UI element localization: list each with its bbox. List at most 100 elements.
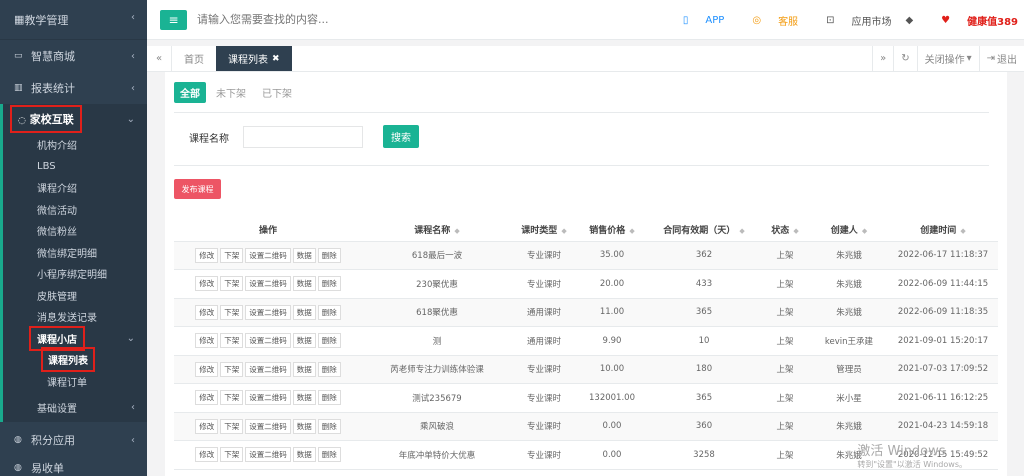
filter-all[interactable]: 全部 [174,82,206,103]
delete-button[interactable]: 删除 [317,447,341,463]
sidebar-sub-item[interactable]: 微信粉丝 [3,220,147,242]
close-icon[interactable]: ✖ [272,54,280,64]
delete-button[interactable]: 删除 [317,276,341,292]
sidebar-item-points[interactable]: ◍ 积分应用 ‹ [0,426,147,454]
lesson-type-cell: 专业课时 [512,383,576,413]
remove-button[interactable]: 下架 [220,418,244,434]
status-cell: 上架 [760,355,810,384]
data-button[interactable]: 数据 [292,418,316,434]
delete-button[interactable]: 删除 [317,418,341,434]
topbar: ≡ ▯ APP ◎ 客服 ⊡ 应用市场 ◆ ♥ 健康值389 [147,0,1024,40]
edit-button[interactable]: 修改 [195,390,219,406]
remove-button[interactable]: 下架 [220,304,244,320]
edit-button[interactable]: 修改 [195,247,219,263]
mobile-icon: ▯ [682,14,689,26]
remove-button[interactable]: 下架 [220,333,244,349]
refresh-button[interactable]: ↻ [893,46,916,71]
filter-removed[interactable]: 已下架 [256,82,298,103]
column-header[interactable]: 创建人 ◆ [810,218,888,242]
menu-toggle-button[interactable]: ≡ [160,9,187,30]
bell-icon[interactable]: ◆ [905,15,913,26]
edit-button[interactable]: 修改 [195,418,219,434]
data-button[interactable]: 数据 [292,390,316,406]
set-qrcode-button[interactable]: 设置二维码 [245,390,291,406]
tab-home[interactable]: 首页 [172,46,216,71]
search-input[interactable] [197,13,497,26]
column-header[interactable]: 创建时间 ◆ [888,218,998,242]
set-qrcode-button[interactable]: 设置二维码 [245,361,291,377]
edit-button[interactable]: 修改 [195,276,219,292]
logout-button[interactable]: ⇥ 退出 [978,46,1024,71]
sidebar-item-course-list[interactable]: 课程列表 [3,347,147,373]
data-button[interactable]: 数据 [292,361,316,377]
set-qrcode-button[interactable]: 设置二维码 [245,447,291,463]
sidebar-item-teaching[interactable]: ▦ 教学管理 ‹ [0,0,147,40]
sidebar-item-course-shop[interactable]: 课程小店 ⌄ [3,325,147,351]
search-button[interactable]: 搜索 [383,125,419,148]
sidebar-sub-item[interactable]: 消息发送记录 [3,306,147,328]
data-button[interactable]: 数据 [292,304,316,320]
sidebar-sub-item[interactable]: 微信活动 [3,199,147,221]
remove-button[interactable]: 下架 [220,447,244,463]
column-header[interactable]: 课时类型 ◆ [512,218,576,242]
column-header[interactable]: 操作 [174,218,362,242]
set-qrcode-button[interactable]: 设置二维码 [245,304,291,320]
points-icon: ◍ [14,435,22,445]
sidebar-item-home-school[interactable]: ◌ 家校互联 ⌄ [3,104,147,134]
set-qrcode-button[interactable]: 设置二维码 [245,276,291,292]
delete-button[interactable]: 删除 [317,390,341,406]
column-header[interactable]: 状态 ◆ [760,218,810,242]
edit-button[interactable]: 修改 [195,333,219,349]
edit-button[interactable]: 修改 [195,304,219,320]
column-header[interactable]: 合同有效期（天） ◆ [648,218,760,242]
sidebar-item-reports[interactable]: ▥ 报表统计 ‹ [0,72,147,104]
delete-button[interactable]: 删除 [317,333,341,349]
remove-button[interactable]: 下架 [220,247,244,263]
sidebar-sub-item[interactable]: 机构介绍 [3,134,147,156]
app-link[interactable]: ▯ APP [669,15,724,26]
lesson-type-cell: 专业课时 [512,412,576,441]
delete-button[interactable]: 删除 [317,247,341,263]
edit-button[interactable]: 修改 [195,447,219,463]
publish-course-button[interactable]: 发布课程 [174,179,221,199]
data-button[interactable]: 数据 [292,247,316,263]
sidebar-item-basic-settings[interactable]: 基础设置 ‹ [3,392,147,422]
set-qrcode-button[interactable]: 设置二维码 [245,333,291,349]
column-header-label: 课程名称 [414,225,451,236]
sidebar-item-course-orders[interactable]: 课程订单 [3,371,147,393]
sidebar-sub-item[interactable]: 微信绑定明细 [3,242,147,264]
health-link[interactable]: ♥ 健康值389 [927,13,1018,28]
tab-course-list[interactable]: 课程列表 ✖ [216,46,292,71]
customer-service-link[interactable]: ◎ 客服 [738,13,798,28]
sidebar-item-label: 基础设置 [37,403,77,415]
tab-scroll-right-button[interactable]: » [872,46,893,71]
remove-button[interactable]: 下架 [220,390,244,406]
delete-button[interactable]: 删除 [317,304,341,320]
set-qrcode-button[interactable]: 设置二维码 [245,418,291,434]
price-cell: 0.00 [576,440,648,470]
sidebar-sub-item[interactable]: 小程序绑定明细 [3,263,147,285]
close-ops-dropdown[interactable]: 关闭操作 ▾ [916,46,979,71]
data-button[interactable]: 数据 [292,333,316,349]
column-header[interactable]: 销售价格 ◆ [576,218,648,242]
column-header[interactable]: 课程名称 ◆ [362,218,512,242]
delete-button[interactable]: 删除 [317,361,341,377]
edit-button[interactable]: 修改 [195,361,219,377]
sidebar-sub-item[interactable]: 皮肤管理 [3,285,147,307]
data-button[interactable]: 数据 [292,276,316,292]
sidebar-item-mall[interactable]: ▭ 智慧商城 ‹ [0,40,147,72]
course-name-input[interactable] [243,126,363,148]
data-button[interactable]: 数据 [292,447,316,463]
table-row: 修改 下架 设置二维码 数据 删除 测通用课时 9.90 10 上架 kevin王承建 2021-0… [174,326,998,356]
table-row: 修改 下架 设置二维码 数据 删除 230聚优惠 专业课时 20.00 433 上架 朱兆娥 2022… [174,269,998,299]
sidebar-item-coupon[interactable]: ◍ 易收单 [0,454,147,476]
app-market-link[interactable]: ⊡ 应用市场 [812,13,891,28]
sidebar-sub-item[interactable]: 课程介绍 [3,177,147,199]
tab-scroll-left-button[interactable]: « [147,46,172,71]
remove-button[interactable]: 下架 [220,361,244,377]
filter-not-removed[interactable]: 未下架 [210,82,252,103]
set-qrcode-button[interactable]: 设置二维码 [245,247,291,263]
sidebar-sub-item[interactable]: LBS [3,156,147,178]
remove-button[interactable]: 下架 [220,276,244,292]
status-cell: 上架 [760,241,810,270]
